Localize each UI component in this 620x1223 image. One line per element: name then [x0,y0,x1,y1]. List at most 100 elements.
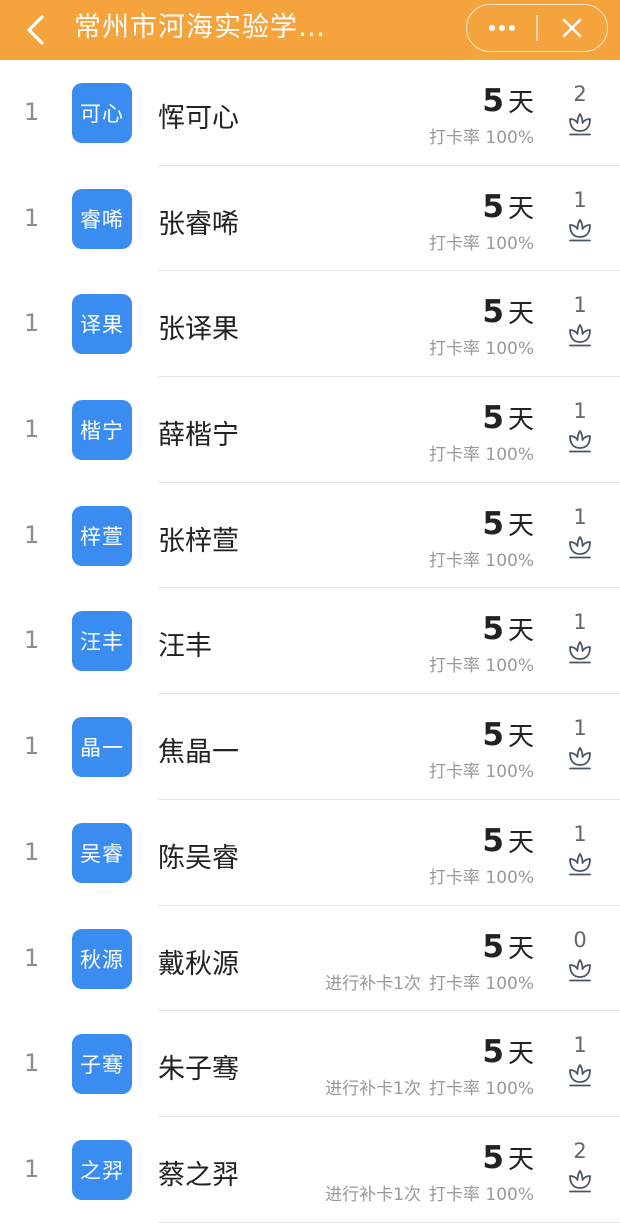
checkin-meta: 打卡率 100% [429,546,534,571]
list-item[interactable]: 1 吴睿 陈吴睿 5 天 打卡率 100% 1 [0,800,620,906]
rank-number: 1 [24,309,40,338]
list-item[interactable]: 1 子骞 朱子骞 5 天 进行补卡1次 打卡率 100% 1 [0,1011,620,1117]
like-button[interactable]: 1 [560,293,600,347]
avatar[interactable]: 晶一 [72,717,132,778]
checkin-meta: 打卡率 100% [429,334,534,359]
list-item[interactable]: 1 睿唏 张睿唏 5 天 打卡率 100% 1 [0,166,620,272]
checkin-days: 5 天 [482,1139,534,1176]
avatar[interactable]: 吴睿 [72,822,132,883]
rate-label: 打卡率 [428,550,480,571]
rank-number: 1 [24,837,40,866]
like-button[interactable]: 1 [560,399,600,453]
rate-value: 100% [485,656,534,677]
list-item[interactable]: 1 汪丰 汪丰 5 天 打卡率 100% 1 [0,588,620,695]
rate-label: 打卡率 [428,867,480,888]
days-count: 5 [482,188,504,225]
flower-icon [569,958,591,981]
makeup-note: 进行补卡1次 [325,973,421,994]
rate-value: 100% [485,445,534,466]
list-item[interactable]: 1 译果 张译果 5 天 打卡率 100% 1 [0,271,620,378]
rate-value: 100% [485,762,534,783]
days-count: 5 [482,717,504,754]
like-count: 1 [573,187,587,212]
like-count: 1 [573,293,587,318]
checkin-meta: 打卡率 100% [429,123,534,148]
student-name: 薛楷宁 [158,420,239,452]
flower-icon [569,430,591,453]
checkin-meta: 打卡率 100% [429,651,534,676]
close-button[interactable] [538,5,607,51]
days-count: 5 [482,1139,504,1176]
list-item[interactable]: 1 秋源 戴秋源 5 天 进行补卡1次 打卡率 100% 0 [0,906,620,1012]
days-count: 5 [482,1034,504,1071]
checkin-days: 5 天 [482,399,534,436]
days-unit: 天 [507,193,534,224]
like-button[interactable]: 1 [560,505,600,559]
checkin-meta: 打卡率 100% [429,863,534,888]
list-item[interactable]: 1 之羿 蔡之羿 5 天 进行补卡1次 打卡率 100% 2 [0,1117,620,1223]
avatar[interactable]: 可心 [72,83,132,143]
checkin-days: 5 天 [482,610,534,647]
days-unit: 天 [507,88,534,118]
student-name: 朱子骞 [158,1054,239,1086]
like-count: 2 [573,82,587,106]
makeup-note: 进行补卡1次 [325,1184,421,1205]
list-item[interactable]: 1 晶一 焦晶一 5 天 打卡率 100% 1 [0,694,620,800]
like-button[interactable]: 1 [560,610,600,664]
flower-icon [569,747,591,770]
like-button[interactable]: 2 [560,1139,600,1193]
like-button[interactable]: 1 [560,716,600,770]
days-unit: 天 [507,933,534,964]
checkin-days: 5 天 [482,716,534,753]
rate-value: 100% [485,973,534,994]
close-icon [563,18,582,38]
like-count: 1 [573,610,587,635]
rate-label: 打卡率 [428,1079,480,1100]
avatar[interactable]: 译果 [72,294,132,355]
checkin-days: 5 天 [482,505,534,542]
more-button[interactable] [467,5,536,51]
student-name: 恽可心 [158,103,239,134]
rank-number: 1 [24,415,40,444]
rank-number: 1 [24,520,40,549]
checkin-days: 5 天 [482,1033,534,1070]
rank-number: 1 [24,626,40,655]
like-button[interactable]: 1 [560,188,600,242]
list-item[interactable]: 1 梓萱 张梓萱 5 天 打卡率 100% 1 [0,483,620,589]
days-unit: 天 [507,405,534,436]
student-name: 戴秋源 [158,948,239,980]
checkin-meta: 打卡率 100% [429,229,534,254]
avatar[interactable]: 之羿 [72,1139,132,1200]
avatar[interactable]: 楷宁 [72,400,132,461]
avatar[interactable]: 子骞 [72,1034,132,1095]
like-count: 1 [573,716,587,741]
makeup-note: 进行补卡1次 [325,1079,421,1100]
row-divider [158,1221,620,1223]
like-count: 1 [573,821,587,846]
like-count: 0 [573,927,587,952]
days-unit: 天 [507,616,534,647]
rank-number: 1 [24,732,40,761]
list-item[interactable]: 1 楷宁 薛楷宁 5 天 打卡率 100% 1 [0,377,620,483]
checkin-meta: 打卡率 100% [429,440,534,465]
student-name: 张睿唏 [158,208,239,240]
menu-capsule [466,4,608,52]
student-name: 张梓萱 [158,525,239,557]
flower-icon [569,852,591,876]
like-button[interactable]: 2 [560,82,600,136]
avatar[interactable]: 梓萱 [72,505,132,566]
avatar[interactable]: 汪丰 [72,611,132,672]
like-button[interactable]: 1 [560,822,600,876]
rate-value: 100% [485,233,534,254]
back-button[interactable] [14,8,58,52]
days-count: 5 [482,822,504,859]
checkin-days: 5 天 [482,293,534,330]
avatar[interactable]: 秋源 [72,928,132,989]
list-item[interactable]: 1 可心 恽可心 5 天 打卡率 100% 2 [0,60,620,166]
like-count: 1 [573,399,587,424]
chevron-left-icon [27,15,44,45]
rate-label: 打卡率 [428,128,480,148]
avatar[interactable]: 睿唏 [72,188,132,249]
like-button[interactable]: 0 [560,928,600,982]
like-button[interactable]: 1 [560,1033,600,1087]
